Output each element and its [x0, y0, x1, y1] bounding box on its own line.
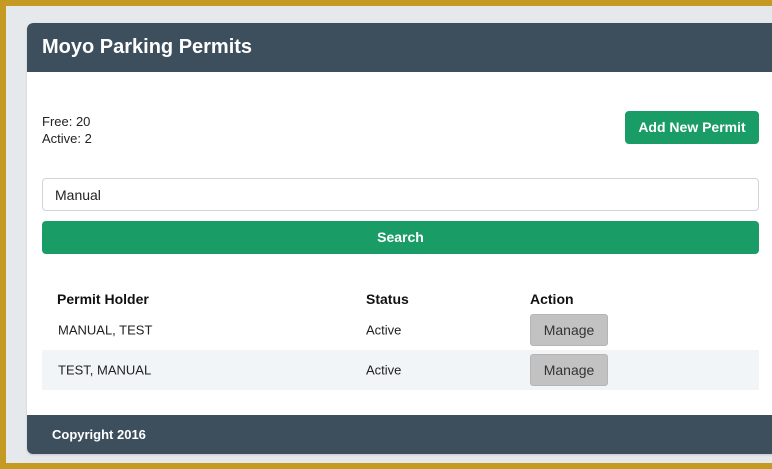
search-input[interactable]	[42, 178, 759, 211]
table-row: TEST, MANUAL Active Manage	[42, 350, 759, 390]
action-cell: Manage	[530, 354, 608, 386]
permit-holder-cell: MANUAL, TEST	[58, 322, 153, 338]
permit-holder-cell: TEST, MANUAL	[58, 362, 152, 378]
app-footer: Copyright 2016	[27, 415, 772, 454]
action-cell: Manage	[530, 314, 608, 346]
screenshot-frame: Moyo Parking Permits Free: 20 Active: 2 …	[0, 0, 772, 469]
status-cell: Active	[366, 322, 402, 338]
page-title: Moyo Parking Permits	[42, 36, 253, 58]
table-header: Permit Holder Status Action	[42, 286, 759, 310]
header-permit-holder: Permit Holder	[57, 291, 149, 307]
active-count: Active: 2	[42, 131, 92, 146]
status-cell: Active	[366, 362, 402, 378]
table-row: MANUAL, TEST Active Manage	[42, 310, 759, 350]
app-header: Moyo Parking Permits	[27, 23, 772, 72]
free-count: Free: 20	[42, 114, 91, 129]
permits-table: Permit Holder Status Action MANUAL, TEST…	[42, 286, 759, 390]
header-action: Action	[530, 291, 574, 307]
permit-counts: Free: 20 Active: 2	[42, 113, 92, 147]
copyright-text: Copyright 2016	[52, 427, 146, 442]
header-status: Status	[366, 291, 409, 307]
app-card: Moyo Parking Permits Free: 20 Active: 2 …	[27, 23, 772, 454]
manage-button[interactable]: Manage	[530, 314, 608, 346]
search-button[interactable]: Search	[42, 221, 759, 254]
add-new-permit-button[interactable]: Add New Permit	[625, 111, 759, 144]
manage-button[interactable]: Manage	[530, 354, 608, 386]
